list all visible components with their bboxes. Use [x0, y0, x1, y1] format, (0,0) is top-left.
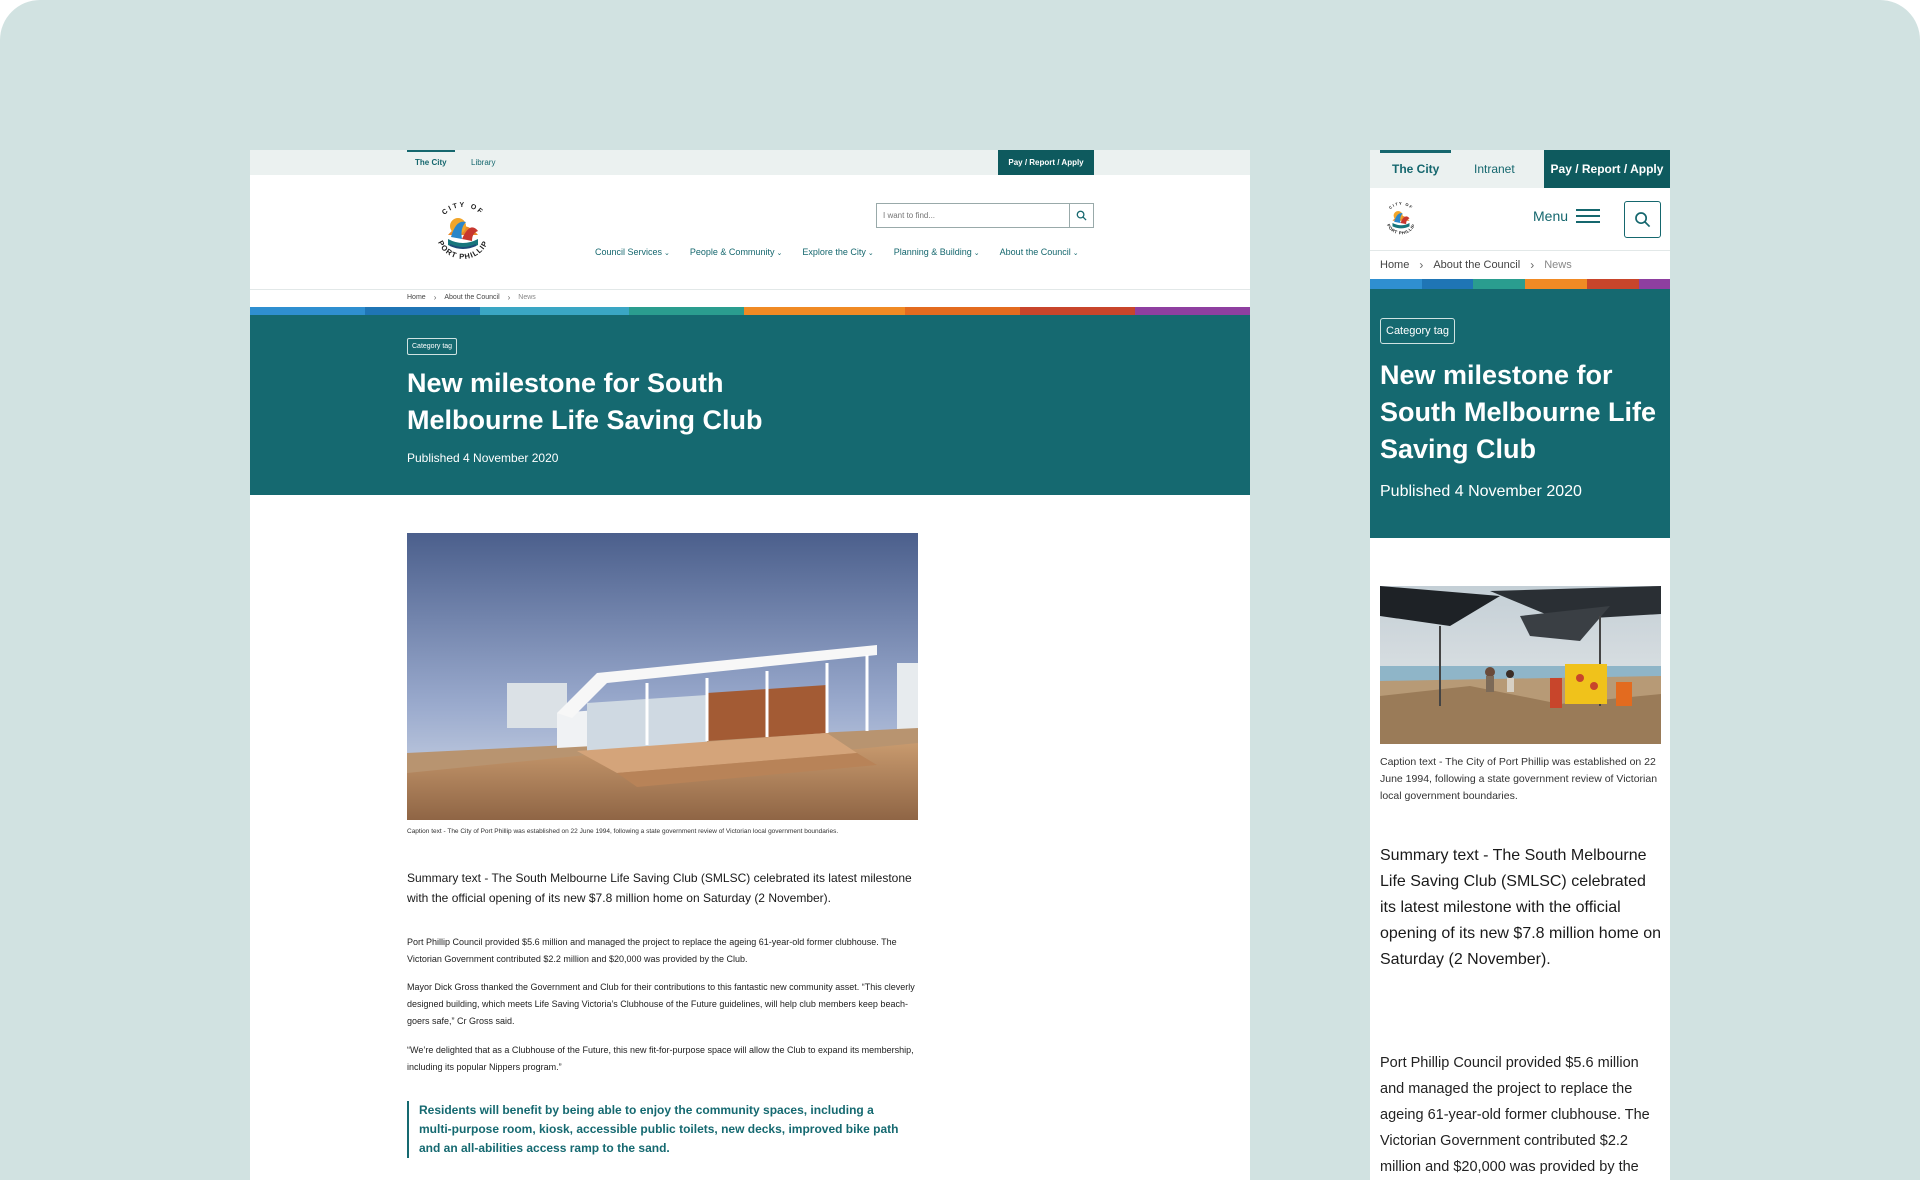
breadcrumb-current: News: [1544, 259, 1572, 271]
tab-the-city[interactable]: The City: [1380, 150, 1452, 188]
breadcrumb-current: News: [518, 294, 536, 301]
nav-council-services[interactable]: Council Services ⌄: [595, 247, 670, 257]
nav-explore-the-city[interactable]: Explore the City ⌄: [802, 247, 873, 257]
pay-report-apply-button[interactable]: Pay / Report / Apply: [1544, 150, 1670, 188]
header-divider: [1370, 250, 1670, 251]
colour-stripe: [250, 307, 1250, 315]
tab-the-city[interactable]: The City: [407, 150, 455, 175]
body-paragraph: Mayor Dick Gross thanked the Government …: [407, 982, 915, 1026]
nav-label: Planning & Building: [893, 247, 972, 257]
article-hero: Category tag New milestone for South Mel…: [250, 315, 1250, 495]
city-of-port-phillip-logo[interactable]: CITY OF PORT PHILLIP: [1380, 198, 1422, 240]
article-hero: Category tag New milestone for South Mel…: [1370, 289, 1670, 538]
body-paragraph: Port Phillip Council provided $5.6 milli…: [407, 937, 897, 964]
canvas-background: The City Library Pay / Report / Apply CI…: [0, 0, 1920, 1180]
chevron-down-icon: ⌄: [1072, 250, 1079, 257]
nav-label: People & Community: [689, 247, 775, 257]
breadcrumb: Home › About the Council › News: [407, 293, 536, 302]
menu-button[interactable]: Menu: [1533, 208, 1601, 224]
search-box: [876, 203, 1094, 228]
nav-about-the-council[interactable]: About the Council ⌄: [1000, 247, 1079, 257]
utility-bar: The City Library Pay / Report / Apply: [250, 150, 1250, 175]
pay-report-apply-button[interactable]: Pay / Report / Apply: [998, 150, 1094, 175]
chevron-right-icon: ›: [1419, 258, 1424, 272]
tab-library[interactable]: Library: [463, 150, 503, 175]
image-caption: Caption text - The City of Port Phillip …: [407, 828, 839, 835]
image-caption: Caption text - The City of Port Phillip …: [1380, 756, 1658, 802]
breadcrumb-home[interactable]: Home: [407, 294, 426, 301]
article-image-playground: [1380, 586, 1661, 744]
search-button[interactable]: [1624, 201, 1661, 238]
menu-label: Menu: [1533, 208, 1569, 224]
body-paragraph: Port Phillip Council provided $5.6 milli…: [1380, 1055, 1650, 1175]
breadcrumb: Home › About the Council › News: [1380, 258, 1572, 272]
category-tag[interactable]: Category tag: [1380, 318, 1455, 344]
header-divider: [250, 289, 1250, 290]
article-title: New milestone for South Melbourne Life S…: [1380, 360, 1656, 464]
chevron-down-icon: ⌄: [776, 250, 783, 257]
mobile-page-mockup: The City Intranet Pay / Report / Apply C…: [1370, 150, 1670, 1180]
published-date: Published 4 November 2020: [407, 451, 559, 465]
search-button[interactable]: [1069, 204, 1093, 227]
chevron-right-icon: ›: [433, 293, 437, 302]
chevron-right-icon: ›: [507, 293, 511, 302]
body-paragraph: “We’re delighted that as a Clubhouse of …: [407, 1045, 914, 1072]
main-navigation: Council Services ⌄ People & Community ⌄ Ex…: [595, 247, 1079, 257]
search-icon: [1076, 210, 1087, 221]
nav-planning-building[interactable]: Planning & Building ⌄: [894, 247, 980, 257]
breadcrumb-home[interactable]: Home: [1380, 259, 1409, 271]
published-date: Published 4 November 2020: [1380, 483, 1582, 500]
hamburger-icon: [1576, 209, 1601, 223]
summary-text: Summary text - The South Melbourne Life …: [407, 871, 912, 905]
colour-stripe: [1370, 279, 1670, 289]
chevron-down-icon: ⌄: [664, 250, 670, 257]
nav-label: About the Council: [999, 247, 1071, 257]
pull-quote: Residents will benefit by being able to …: [407, 1101, 907, 1158]
search-input[interactable]: [877, 204, 1069, 227]
nav-people-community[interactable]: People & Community ⌄: [690, 247, 782, 257]
logo-text-top: CITY OF: [1388, 201, 1413, 210]
nav-label: Explore the City: [802, 247, 866, 257]
breadcrumb-about-the-council[interactable]: About the Council: [1433, 259, 1520, 271]
summary-text: Summary text - The South Melbourne Life …: [1380, 847, 1662, 968]
search-icon: [1635, 212, 1651, 228]
desktop-page-mockup: The City Library Pay / Report / Apply CI…: [250, 150, 1250, 1180]
utility-bar: The City Intranet Pay / Report / Apply: [1370, 150, 1670, 188]
article-image-clubhouse: [407, 533, 918, 820]
svg-text:CITY OF: CITY OF: [1388, 201, 1414, 210]
city-of-port-phillip-logo[interactable]: CITY OF PORT PHILLIP: [426, 195, 500, 269]
chevron-down-icon: ⌄: [867, 250, 874, 257]
tab-intranet[interactable]: Intranet: [1474, 150, 1515, 188]
nav-label: Council Services: [595, 247, 663, 257]
article-title: New milestone for South Melbourne Life S…: [407, 368, 763, 435]
chevron-down-icon: ⌄: [973, 250, 980, 257]
breadcrumb-about-the-council[interactable]: About the Council: [444, 294, 499, 301]
category-tag[interactable]: Category tag: [407, 338, 458, 355]
chevron-right-icon: ›: [1530, 258, 1535, 272]
